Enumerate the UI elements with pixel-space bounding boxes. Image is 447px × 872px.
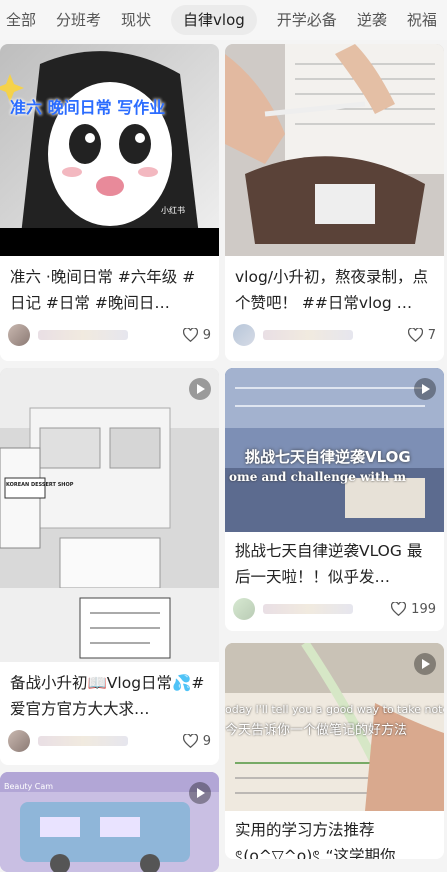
tab-self-discipline-vlog[interactable]: 自律vlog (171, 5, 257, 35)
cover-overlay-text: 准六 晚间日常 写作业 (10, 98, 166, 117)
author-avatar[interactable] (8, 324, 30, 346)
tab-status[interactable]: 现状 (121, 5, 151, 35)
category-tab-bar: 全部 分班考 现状 自律vlog 开学必备 逆袭 祝福 (0, 0, 447, 40)
note-card[interactable]: KOREAN DESSERT SHOP 备战小升初📖Vlog日常💦#爱官方官方大… (0, 368, 219, 765)
note-title: 准六 ·晚间日常 #六年级 #日记 #日常 #晚间日… (10, 268, 196, 312)
note-cover-image: 准六 晚间日常 写作业 小红书 (0, 44, 219, 256)
author-avatar[interactable] (233, 324, 255, 346)
watermark: 小红书 (161, 206, 185, 215)
tab-all[interactable]: 全部 (6, 5, 36, 35)
like-count[interactable]: 9 (182, 327, 211, 343)
play-icon (189, 378, 211, 400)
tab-placement-test[interactable]: 分班考 (56, 5, 101, 35)
heart-outline-icon (407, 328, 423, 342)
cover-overlay-english: oday I'll tell you a good way to take no… (225, 703, 444, 716)
like-count-value: 9 (202, 327, 211, 343)
heart-outline-icon (182, 734, 198, 748)
note-title: vlog/小升初，熬夜录制，点个赞吧！ ##日常vlog … (235, 268, 429, 312)
like-count-value: 9 (202, 733, 211, 749)
note-card[interactable]: vlog/小升初，熬夜录制，点个赞吧！ ##日常vlog … 7 (225, 44, 444, 361)
note-meta: 9 (8, 730, 211, 752)
note-meta: 7 (233, 324, 436, 346)
note-card[interactable]: 准六 晚间日常 写作业 小红书 准六 ·晚间日常 #六年级 #日记 #日常 #晚… (0, 44, 219, 361)
like-count-value: 199 (411, 601, 436, 617)
cover-overlay-subtext: ome and challenge with m (229, 470, 407, 484)
note-cover-image: 挑战七天自律逆袭VLOG ome and challenge with m (225, 368, 444, 532)
like-count[interactable]: 7 (407, 327, 436, 343)
note-title: 备战小升初📖Vlog日常💦#爱官方官方大大求… (10, 674, 205, 718)
note-title: 挑战七天自律逆袭VLOG 最后一天啦！！似乎发… (235, 542, 423, 586)
author-avatar[interactable] (233, 598, 255, 620)
tab-school-essentials[interactable]: 开学必备 (277, 5, 337, 35)
cover-overlay-text: KOREAN DESSERT SHOP (6, 482, 74, 488)
note-card[interactable]: oday I'll tell you a good way to take no… (225, 643, 444, 859)
like-count[interactable]: 9 (182, 733, 211, 749)
note-meta: 9 (8, 324, 211, 346)
note-cover-image (225, 44, 444, 256)
note-meta: 199 (233, 598, 436, 620)
tab-wishes[interactable]: 祝福 (407, 5, 437, 35)
author-name-blurred[interactable] (38, 330, 128, 340)
note-cover-image: KOREAN DESSERT SHOP (0, 368, 219, 662)
heart-outline-icon (391, 602, 407, 616)
note-cover-image: Beauty Cam (0, 772, 219, 872)
cover-overlay-chinese: 今天告诉你一个做笔记的好方法 (225, 723, 408, 738)
play-icon (414, 653, 436, 675)
author-name-blurred[interactable] (263, 604, 353, 614)
author-name-blurred[interactable] (38, 736, 128, 746)
note-card[interactable]: 挑战七天自律逆袭VLOG ome and challenge with m 挑战… (225, 368, 444, 631)
play-icon (414, 378, 436, 400)
cover-overlay-text: Beauty Cam (4, 782, 54, 791)
like-count[interactable]: 199 (391, 602, 436, 617)
note-card[interactable]: Beauty Cam (0, 772, 219, 872)
heart-outline-icon (182, 328, 198, 342)
play-icon (189, 782, 211, 804)
author-avatar[interactable] (8, 730, 30, 752)
note-title: 实用的学习方法推荐 ৎ(o^▽^o)ৎ “这学期你… (235, 821, 411, 859)
note-cover-image: oday I'll tell you a good way to take no… (225, 643, 444, 811)
cover-overlay-text: 挑战七天自律逆袭VLOG (245, 448, 411, 466)
author-name-blurred[interactable] (263, 330, 353, 340)
like-count-value: 7 (427, 327, 436, 343)
tab-comeback[interactable]: 逆袭 (357, 5, 387, 35)
